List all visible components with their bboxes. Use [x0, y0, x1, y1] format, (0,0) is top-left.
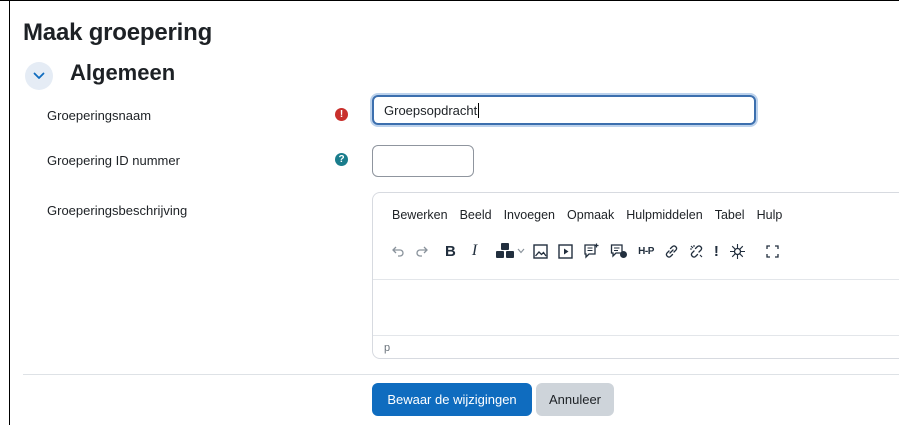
undo-icon[interactable] [391, 241, 405, 261]
section-title: Algemeen [70, 60, 176, 85]
help-icon[interactable]: ? [335, 153, 348, 166]
bold-button[interactable]: B [445, 241, 456, 261]
description-editor[interactable]: Bewerken Beeld Invoegen Opmaak Hulpmidde… [372, 192, 899, 359]
editor-statusbar-path[interactable]: p [384, 342, 390, 354]
text-caret [478, 102, 480, 118]
unlink-icon[interactable] [689, 241, 704, 261]
chevron-down-icon[interactable] [517, 241, 525, 261]
exclamation-icon[interactable]: ! [714, 241, 719, 261]
idnumber-input[interactable] [372, 145, 474, 177]
statusbar-divider [373, 335, 899, 336]
accessibility-checker-icon[interactable] [729, 241, 746, 261]
editor-content-area[interactable] [373, 280, 899, 335]
menu-format[interactable]: Opmaak [567, 208, 614, 222]
window-border-left [9, 0, 10, 425]
window-border-top [0, 0, 899, 1]
content-blocks-icon[interactable] [495, 241, 515, 261]
idnumber-label: Groepering ID nummer [47, 153, 180, 168]
note-add-icon[interactable] [583, 241, 600, 261]
required-icon: ! [335, 108, 348, 121]
save-button[interactable]: Bewaar de wijzigingen [372, 383, 532, 416]
groupingname-input[interactable]: Groepsopdracht [372, 95, 756, 125]
editor-toolbar: B I H-P ! [391, 241, 789, 261]
menu-insert[interactable]: Invoegen [504, 208, 555, 222]
link-icon[interactable] [664, 241, 679, 261]
italic-button[interactable]: I [472, 241, 477, 261]
menu-tools[interactable]: Hulpmiddelen [626, 208, 702, 222]
groupingname-label: Groeperingsnaam [47, 108, 152, 123]
chevron-down-icon [33, 72, 45, 79]
menu-table[interactable]: Tabel [715, 208, 745, 222]
menu-view[interactable]: Beeld [460, 208, 492, 222]
groupingname-value: Groepsopdracht [384, 102, 478, 118]
menu-edit[interactable]: Bewerken [392, 208, 448, 222]
record-icon[interactable] [610, 241, 628, 261]
h5p-icon[interactable]: H-P [638, 241, 654, 261]
page-title: Maak groepering [23, 19, 213, 46]
media-icon[interactable] [558, 241, 573, 261]
fullscreen-icon[interactable] [766, 241, 779, 261]
menu-help[interactable]: Hulp [757, 208, 783, 222]
cancel-button[interactable]: Annuleer [536, 383, 614, 416]
section-collapse-toggle[interactable] [25, 62, 53, 90]
description-label: Groeperingsbeschrijving [47, 203, 188, 218]
image-icon[interactable] [533, 241, 548, 261]
redo-icon[interactable] [415, 241, 429, 261]
editor-menubar: Bewerken Beeld Invoegen Opmaak Hulpmidde… [392, 208, 782, 222]
form-footer-divider [23, 374, 899, 375]
